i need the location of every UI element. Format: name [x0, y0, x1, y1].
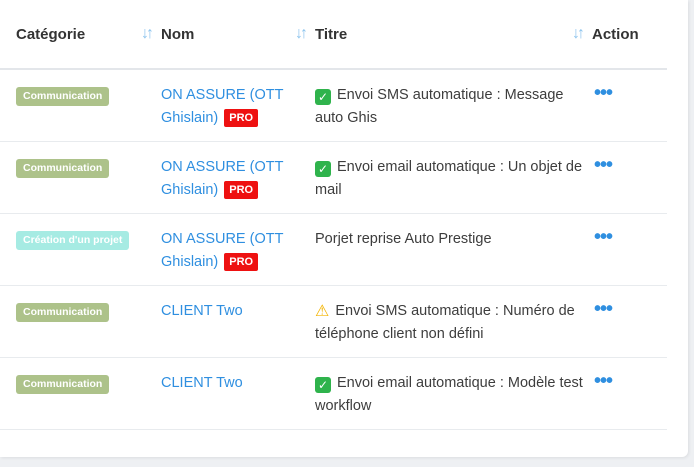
column-header-titre[interactable]: Titre ↓↑ [315, 0, 592, 70]
sort-icon[interactable]: ↓↑ [295, 25, 308, 43]
more-dots-icon[interactable]: ••• [594, 227, 613, 247]
pro-badge: PRO [224, 253, 259, 271]
category-badge: Communication [16, 87, 110, 106]
workflow-table: Catégorie ↓↑ Nom ↓↑ Titre ↓↑ Action Comm… [0, 0, 667, 430]
client-name-link[interactable]: ON ASSURE (OTT Ghislain) [161, 87, 283, 126]
more-dots-icon[interactable]: ••• [594, 155, 613, 175]
title-text: Envoi SMS automatique : Message auto Ghi… [315, 87, 564, 126]
column-label-action: Action [592, 25, 639, 43]
pro-badge: PRO [224, 109, 259, 127]
category-badge: Création d'un projet [16, 231, 130, 250]
workflow-log-card: Catégorie ↓↑ Nom ↓↑ Titre ↓↑ Action Comm… [0, 0, 688, 457]
column-header-action: Action [592, 0, 667, 70]
title-text: Envoi email automatique : Un objet de ma… [315, 159, 583, 198]
action-cell: ••• [592, 357, 667, 430]
name-cell: ON ASSURE (OTT Ghislain) PRO [161, 141, 315, 214]
sort-icon[interactable]: ↓↑ [572, 25, 585, 43]
action-cell: ••• [592, 69, 667, 142]
action-cell: ••• [592, 141, 667, 214]
table-row: Création d'un projet ON ASSURE (OTT Ghisl… [0, 213, 667, 286]
title-text: Envoi SMS automatique : Numéro de téléph… [315, 303, 575, 342]
category-badge: Communication [16, 303, 110, 322]
table-row: Communication CLIENT Two ✓ Envoi email au… [0, 357, 667, 430]
table-header-row: Catégorie ↓↑ Nom ↓↑ Titre ↓↑ Action [0, 0, 667, 70]
title-text: Envoi email automatique : Modèle test wo… [315, 375, 583, 414]
more-dots-icon[interactable]: ••• [594, 299, 613, 319]
category-badge: Communication [16, 375, 110, 394]
table-row: Communication ON ASSURE (OTT Ghislain) PR… [0, 141, 667, 214]
table-row: Communication CLIENT Two ⚠ Envoi SMS auto… [0, 285, 667, 358]
title-cell: ✓ Envoi email automatique : Un objet de m… [315, 141, 592, 214]
pro-badge: PRO [224, 181, 259, 199]
check-icon: ✓ [315, 89, 331, 105]
more-dots-icon[interactable]: ••• [594, 83, 613, 103]
column-label-categorie: Catégorie [16, 25, 86, 43]
category-cell: Communication [0, 141, 161, 214]
more-dots-icon[interactable]: ••• [594, 371, 613, 391]
column-label-nom: Nom [161, 25, 195, 43]
title-text: Porjet reprise Auto Prestige [315, 231, 492, 247]
warning-icon: ⚠ [315, 303, 330, 320]
category-cell: Communication [0, 69, 161, 142]
category-badge: Communication [16, 159, 110, 178]
check-icon: ✓ [315, 161, 331, 177]
title-cell: ⚠ Envoi SMS automatique : Numéro de télép… [315, 285, 592, 358]
client-name-link[interactable]: ON ASSURE (OTT Ghislain) [161, 159, 283, 198]
client-name-link[interactable]: CLIENT Two [161, 375, 243, 391]
title-cell: ✓ Envoi email automatique : Modèle test w… [315, 357, 592, 430]
category-cell: Communication [0, 285, 161, 358]
column-header-nom[interactable]: Nom ↓↑ [161, 0, 315, 70]
column-label-titre: Titre [315, 25, 348, 43]
category-cell: Communication [0, 357, 161, 430]
sort-icon[interactable]: ↓↑ [141, 25, 154, 43]
action-cell: ••• [592, 213, 667, 286]
category-cell: Création d'un projet [0, 213, 161, 286]
check-icon: ✓ [315, 377, 331, 393]
title-cell: ✓ Envoi SMS automatique : Message auto Gh… [315, 69, 592, 142]
title-cell: Porjet reprise Auto Prestige [315, 213, 592, 286]
name-cell: ON ASSURE (OTT Ghislain) PRO [161, 213, 315, 286]
name-cell: CLIENT Two [161, 285, 315, 358]
client-name-link[interactable]: ON ASSURE (OTT Ghislain) [161, 231, 283, 270]
column-header-categorie[interactable]: Catégorie ↓↑ [0, 0, 161, 70]
name-cell: CLIENT Two [161, 357, 315, 430]
client-name-link[interactable]: CLIENT Two [161, 303, 243, 319]
action-cell: ••• [592, 285, 667, 358]
name-cell: ON ASSURE (OTT Ghislain) PRO [161, 69, 315, 142]
table-row: Communication ON ASSURE (OTT Ghislain) PR… [0, 69, 667, 142]
